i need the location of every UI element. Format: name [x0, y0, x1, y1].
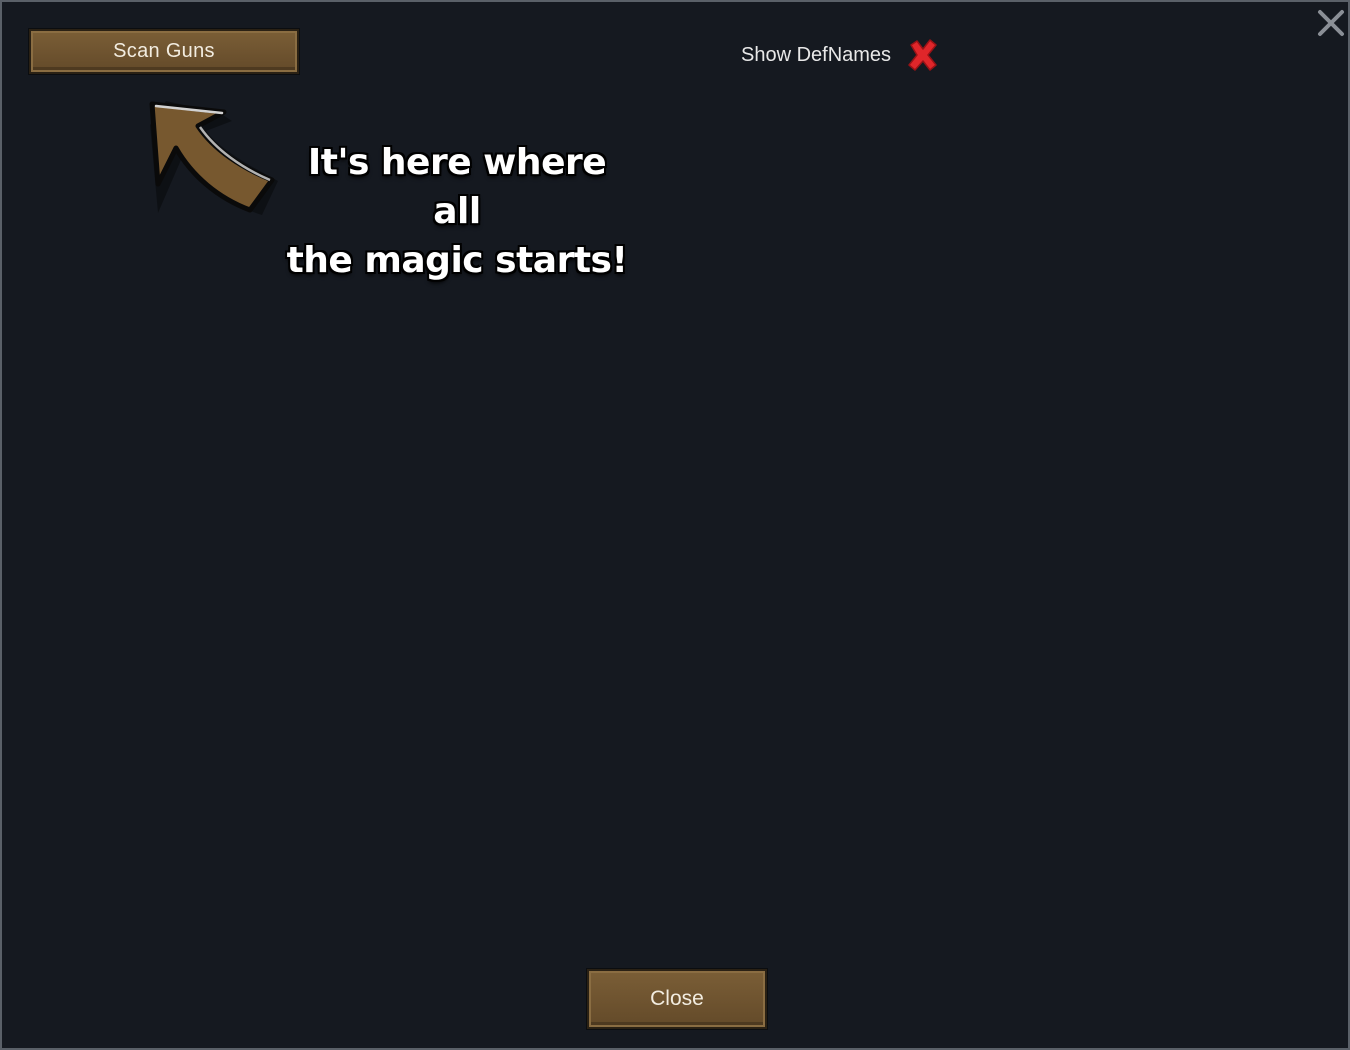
show-defnames-toggle[interactable]: Show DefNames	[741, 38, 941, 72]
curved-arrow-icon	[149, 101, 278, 215]
annotation-text: It's here where all the magic starts!	[282, 138, 632, 285]
scan-guns-button[interactable]: Scan Guns	[29, 29, 299, 74]
annotation-line-2: the magic starts!	[286, 240, 628, 281]
annotation-line-1: It's here where all	[307, 142, 607, 232]
red-cross-icon[interactable]	[905, 37, 941, 73]
close-x-icon[interactable]	[1313, 5, 1349, 41]
close-button[interactable]: Close	[587, 969, 767, 1029]
show-defnames-label: Show DefNames	[741, 43, 892, 66]
dialog-window: Scan Guns Show DefNames It's here where …	[0, 0, 1350, 1050]
